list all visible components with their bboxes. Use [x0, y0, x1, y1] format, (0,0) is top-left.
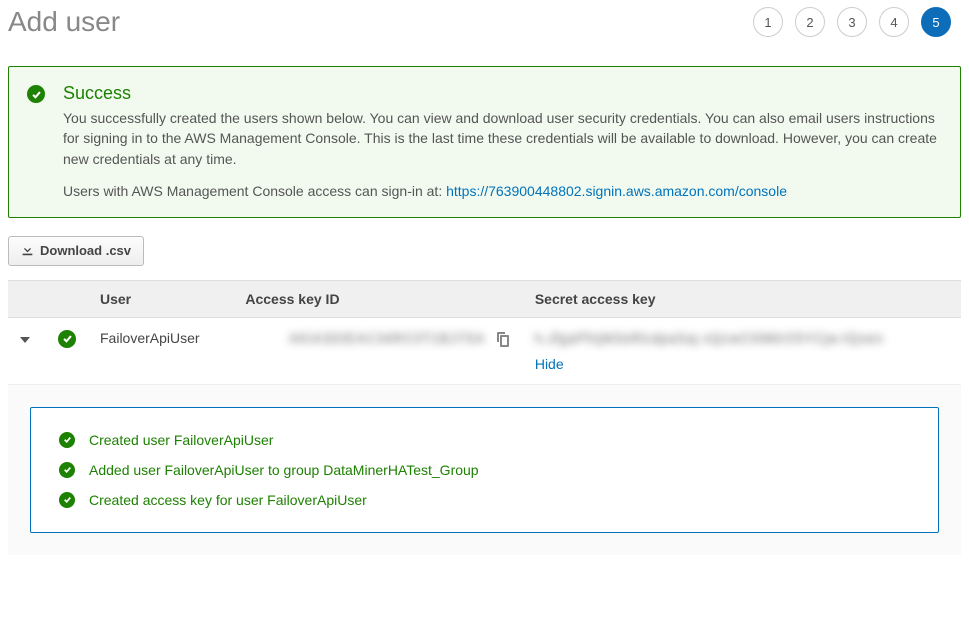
wizard-steps: 1 2 3 4 5 — [753, 7, 961, 37]
row-expand-toggle[interactable] — [20, 337, 30, 343]
check-icon — [59, 462, 75, 478]
event-text: Created user FailoverApiUser — [89, 432, 273, 448]
table-row-detail: Created user FailoverApiUser Added user … — [8, 384, 961, 555]
event-text: Added user FailoverApiUser to group Data… — [89, 462, 479, 478]
event-line: Created access key for user FailoverApiU… — [59, 492, 910, 508]
signin-prefix: Users with AWS Management Console access… — [63, 183, 446, 199]
signin-line: Users with AWS Management Console access… — [63, 183, 942, 199]
hide-secret-link[interactable]: Hide — [535, 356, 564, 372]
row-user-name: FailoverApiUser — [88, 317, 233, 384]
check-icon — [59, 492, 75, 508]
download-csv-label: Download .csv — [40, 243, 131, 258]
row-secret-access-key: h.JfgaPfnjM3sRlcdpaSaj xQcwChlMtrO5YCjw-… — [535, 330, 949, 346]
wizard-step-1[interactable]: 1 — [753, 7, 783, 37]
event-text: Created access key for user FailoverApiU… — [89, 492, 367, 508]
col-header-access-key: Access key ID — [233, 280, 522, 317]
col-header-status — [46, 280, 88, 317]
users-table: User Access key ID Secret access key Fai… — [8, 280, 961, 555]
col-header-secret-key: Secret access key — [523, 280, 961, 317]
row-access-key-id: AKIA3DIEAC34RC0T1BJ7SA — [289, 330, 485, 346]
table-row: FailoverApiUser AKIA3DIEAC34RC0T1BJ7SA h… — [8, 317, 961, 384]
success-heading: Success — [63, 83, 942, 104]
wizard-step-2[interactable]: 2 — [795, 7, 825, 37]
success-alert: Success You successfully created the use… — [8, 66, 961, 218]
events-box: Created user FailoverApiUser Added user … — [30, 407, 939, 533]
download-icon — [21, 243, 34, 259]
wizard-step-5[interactable]: 5 — [921, 7, 951, 37]
success-icon — [27, 85, 45, 103]
signin-url-link[interactable]: https://763900448802.signin.aws.amazon.c… — [446, 183, 787, 199]
col-header-toggle — [8, 280, 46, 317]
event-line: Added user FailoverApiUser to group Data… — [59, 462, 910, 478]
check-icon — [59, 432, 75, 448]
page-title: Add user — [8, 6, 120, 38]
success-body-text: You successfully created the users shown… — [63, 108, 942, 169]
copy-access-key-icon[interactable] — [495, 331, 511, 347]
col-header-user: User — [88, 280, 233, 317]
row-status-success-icon — [58, 330, 76, 348]
event-line: Created user FailoverApiUser — [59, 432, 910, 448]
download-csv-button[interactable]: Download .csv — [8, 236, 144, 266]
wizard-step-3[interactable]: 3 — [837, 7, 867, 37]
wizard-step-4[interactable]: 4 — [879, 7, 909, 37]
